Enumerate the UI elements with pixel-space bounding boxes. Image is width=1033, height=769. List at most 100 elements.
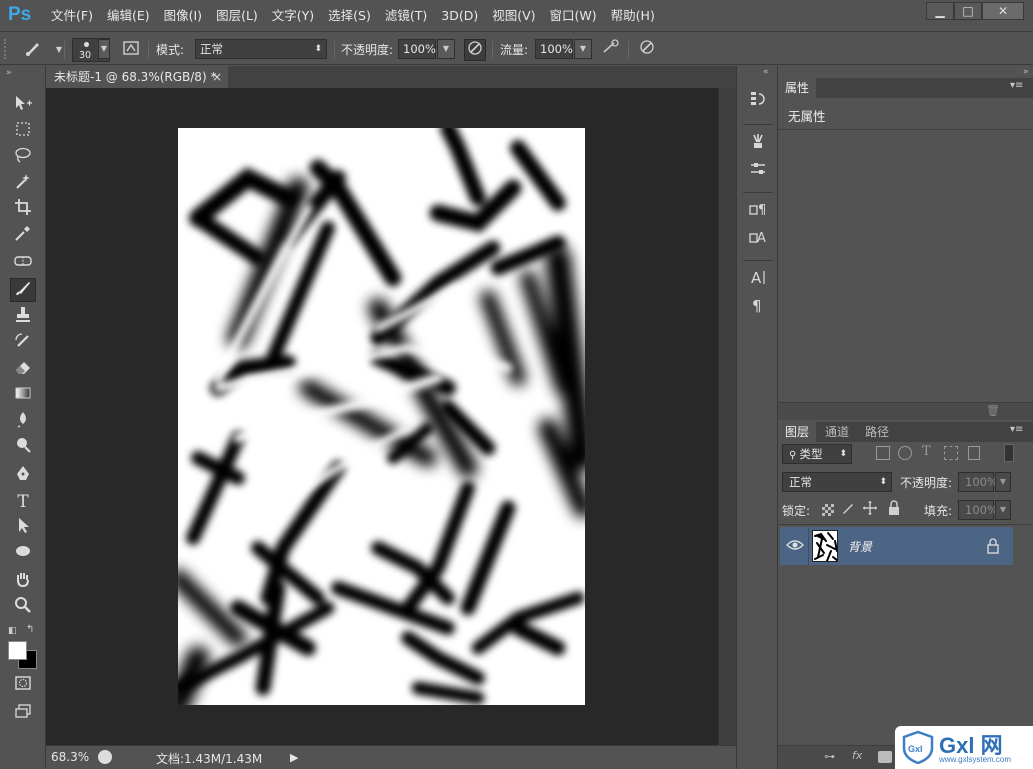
layers-panel-menu-icon[interactable]: ▾≡	[1010, 424, 1023, 435]
hand-tool-icon[interactable]	[10, 570, 36, 594]
filter-adjustment-icon[interactable]	[898, 446, 912, 460]
menu-select[interactable]: 选择(S)	[321, 0, 378, 32]
pen-tool-icon[interactable]	[10, 464, 36, 488]
layer-opacity-input[interactable]: 100%	[958, 472, 998, 492]
menu-window[interactable]: 窗口(W)	[543, 0, 604, 32]
status-info-icon[interactable]	[98, 750, 112, 764]
menu-filter[interactable]: 滤镜(T)	[378, 0, 434, 32]
swap-colors-icon[interactable]: ↰	[26, 624, 34, 635]
menu-edit[interactable]: 编辑(E)	[100, 0, 157, 32]
pressure-size-icon[interactable]	[636, 39, 658, 61]
history-panel-icon[interactable]	[746, 90, 770, 114]
filter-shape-icon[interactable]	[944, 446, 958, 460]
lasso-tool-icon[interactable]	[10, 146, 36, 170]
close-window-button[interactable]: ✕	[982, 2, 1024, 20]
eyedropper-tool-icon[interactable]	[10, 224, 36, 248]
expand-panels-icon[interactable]: «	[763, 67, 769, 77]
layer-thumbnail[interactable]	[812, 530, 838, 562]
brush-size-dropdown[interactable]: ▼	[98, 39, 110, 59]
tab-layers[interactable]: 图层	[778, 422, 817, 442]
minimize-button[interactable]: ▁	[926, 2, 954, 20]
brush-presets-panel-icon[interactable]	[746, 132, 770, 156]
pressure-opacity-icon[interactable]	[464, 39, 486, 61]
maximize-button[interactable]: □	[954, 2, 982, 20]
add-mask-icon[interactable]	[878, 751, 892, 763]
delete-icon[interactable]: 🗑	[986, 404, 1000, 417]
lock-position-icon[interactable]	[862, 500, 878, 516]
path-selection-tool-icon[interactable]	[10, 516, 36, 540]
adjustments-panel-icon[interactable]	[746, 160, 770, 184]
filter-toggle-switch[interactable]	[1004, 444, 1014, 462]
screen-mode-icon[interactable]	[10, 702, 36, 726]
zoom-tool-icon[interactable]	[10, 596, 36, 620]
layer-blend-mode-select[interactable]: 正常 ⬍	[782, 472, 892, 492]
opacity-dropdown[interactable]: ▼	[437, 39, 455, 59]
history-brush-tool-icon[interactable]	[10, 332, 36, 356]
menu-type[interactable]: 文字(Y)	[265, 0, 321, 32]
collapse-toolbar-icon[interactable]: »	[6, 68, 12, 78]
menu-3d[interactable]: 3D(D)	[434, 0, 485, 32]
lock-all-icon[interactable]	[886, 500, 902, 516]
dodge-tool-icon[interactable]	[10, 436, 36, 460]
fill-input[interactable]: 100%	[958, 500, 998, 520]
gradient-tool-icon[interactable]	[10, 384, 36, 408]
paragraph-styles-panel-icon[interactable]: ¶	[746, 200, 770, 224]
filter-smart-object-icon[interactable]	[968, 446, 980, 460]
move-tool-icon[interactable]	[10, 94, 36, 118]
menu-view[interactable]: 视图(V)	[485, 0, 542, 32]
collapse-right-panels-icon[interactable]: »	[1023, 67, 1029, 77]
layer-name[interactable]: 背景	[848, 538, 872, 555]
magic-wand-tool-icon[interactable]	[10, 172, 36, 196]
document-canvas[interactable]	[178, 128, 585, 705]
menu-layer[interactable]: 图层(L)	[209, 0, 265, 32]
menu-help[interactable]: 帮助(H)	[604, 0, 662, 32]
filter-pixel-icon[interactable]	[876, 446, 890, 460]
fx-icon[interactable]: fx	[852, 749, 862, 762]
tab-channels[interactable]: 通道	[818, 422, 856, 442]
ellipse-tool-icon[interactable]	[10, 542, 36, 566]
brush-tool-icon[interactable]	[10, 278, 36, 302]
options-grip[interactable]	[4, 39, 10, 59]
quick-mask-icon[interactable]	[10, 674, 36, 698]
properties-panel-menu-icon[interactable]: ▾≡	[1010, 80, 1023, 91]
clone-stamp-tool-icon[interactable]	[10, 306, 36, 330]
tab-properties[interactable]: 属性	[778, 78, 817, 98]
opacity-input[interactable]: 100%	[398, 39, 436, 59]
airbrush-icon[interactable]	[600, 39, 622, 61]
close-tab-icon[interactable]: ×	[212, 66, 222, 88]
brush-preset-dropdown-icon[interactable]: ▼	[48, 39, 70, 61]
status-menu-arrow-icon[interactable]: ▶	[290, 751, 298, 764]
character-styles-panel-icon[interactable]: A	[746, 228, 770, 252]
filter-type-icon[interactable]: T	[922, 444, 931, 459]
tab-paths[interactable]: 路径	[858, 422, 896, 442]
foreground-color-swatch[interactable]	[8, 641, 27, 660]
marquee-tool-icon[interactable]	[10, 120, 36, 144]
default-colors-icon[interactable]: ◧	[8, 626, 17, 636]
lock-image-icon[interactable]	[840, 500, 856, 516]
menu-image[interactable]: 图像(I)	[157, 0, 209, 32]
link-layers-icon[interactable]: ⊶	[824, 750, 835, 763]
visibility-eye-icon[interactable]	[786, 538, 804, 552]
menu-file[interactable]: 文件(F)	[44, 0, 100, 32]
blend-mode-select[interactable]: 正常 ⬍	[195, 39, 327, 59]
flow-dropdown[interactable]: ▼	[574, 39, 592, 59]
document-tab[interactable]: 未标题-1 @ 68.3%(RGB/8) * ×	[46, 66, 228, 88]
eraser-tool-icon[interactable]	[10, 358, 36, 382]
blur-tool-icon[interactable]	[10, 410, 36, 434]
search-icon: ⚲	[789, 450, 800, 461]
fill-dropdown[interactable]: ▼	[995, 500, 1011, 520]
flow-input[interactable]: 100%	[535, 39, 573, 59]
vertical-scrollbar[interactable]	[718, 88, 736, 745]
layer-filter-select[interactable]: ⚲ 类型 ⬍	[782, 444, 852, 464]
layer-row[interactable]: 背景	[780, 527, 1013, 565]
paragraph-panel-icon[interactable]: ¶	[746, 296, 770, 320]
crop-tool-icon[interactable]	[10, 198, 36, 222]
character-panel-icon[interactable]: A	[746, 268, 770, 292]
brush-panel-toggle-icon[interactable]	[120, 39, 142, 61]
layer-opacity-dropdown[interactable]: ▼	[995, 472, 1011, 492]
lock-transparent-icon[interactable]	[822, 504, 834, 516]
brush-preset-icon[interactable]	[22, 39, 44, 61]
zoom-level[interactable]: 68.3%	[51, 750, 89, 764]
type-tool-icon[interactable]: T	[10, 490, 36, 514]
healing-brush-tool-icon[interactable]	[10, 252, 36, 276]
